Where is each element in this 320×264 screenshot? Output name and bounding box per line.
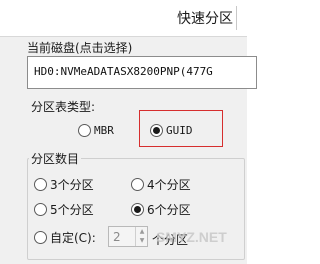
radio-5-partitions-label: 5个分区 [50,202,94,217]
window-title: 快速分区 [177,11,233,27]
radio-5-partitions-icon [34,202,47,216]
radio-custom-label: 自定(C): [50,230,96,245]
radio-mbr-icon [78,123,91,137]
partition-table-label: 分区表类型: [31,100,96,114]
title-separator [236,6,237,30]
radio-3-partitions-icon [34,177,47,191]
radio-3-partitions[interactable]: 3个分区 [34,176,94,192]
radio-6-partitions-label: 6个分区 [147,202,191,217]
disk-select-field[interactable]: HD0:NVMeADATASX8200PNP(477G [27,56,257,89]
radio-custom-icon [34,230,47,244]
title-bar: 快速分区 [0,0,247,36]
divider [0,36,247,37]
disk-label: 当前磁盘(点击选择) [27,41,133,55]
radio-6-partitions-icon [131,202,144,216]
radio-guid-icon [150,123,163,137]
radio-4-partitions-label: 4个分区 [147,177,191,192]
partition-count-label: 分区数目 [29,150,82,167]
radio-6-partitions[interactable]: 6个分区 [131,201,191,217]
radio-4-partitions-icon [131,177,144,191]
radio-3-partitions-label: 3个分区 [50,177,94,192]
disk-value: HD0:NVMeADATASX8200PNP(477G [34,65,213,78]
radio-custom[interactable]: 自定(C): [34,229,96,245]
custom-count-spinner[interactable]: 2 ▲ ▼ [108,226,148,247]
spinner-arrows[interactable]: ▲ ▼ [135,227,147,246]
custom-count-value: 2 [113,230,121,244]
quick-partition-dialog: 快速分区 当前磁盘(点击选择) HD0:NVMeADATASX8200PNP(4… [0,0,257,264]
radio-4-partitions[interactable]: 4个分区 [131,176,191,192]
watermark: SMYZ.NET [156,229,227,245]
radio-5-partitions[interactable]: 5个分区 [34,201,94,217]
spin-up-icon[interactable]: ▲ [136,227,148,236]
radio-guid[interactable]: GUID [150,122,193,138]
spin-down-icon[interactable]: ▼ [136,236,148,245]
radio-mbr[interactable]: MBR [78,122,114,138]
radio-mbr-label: MBR [94,123,114,137]
radio-guid-label: GUID [166,123,193,137]
